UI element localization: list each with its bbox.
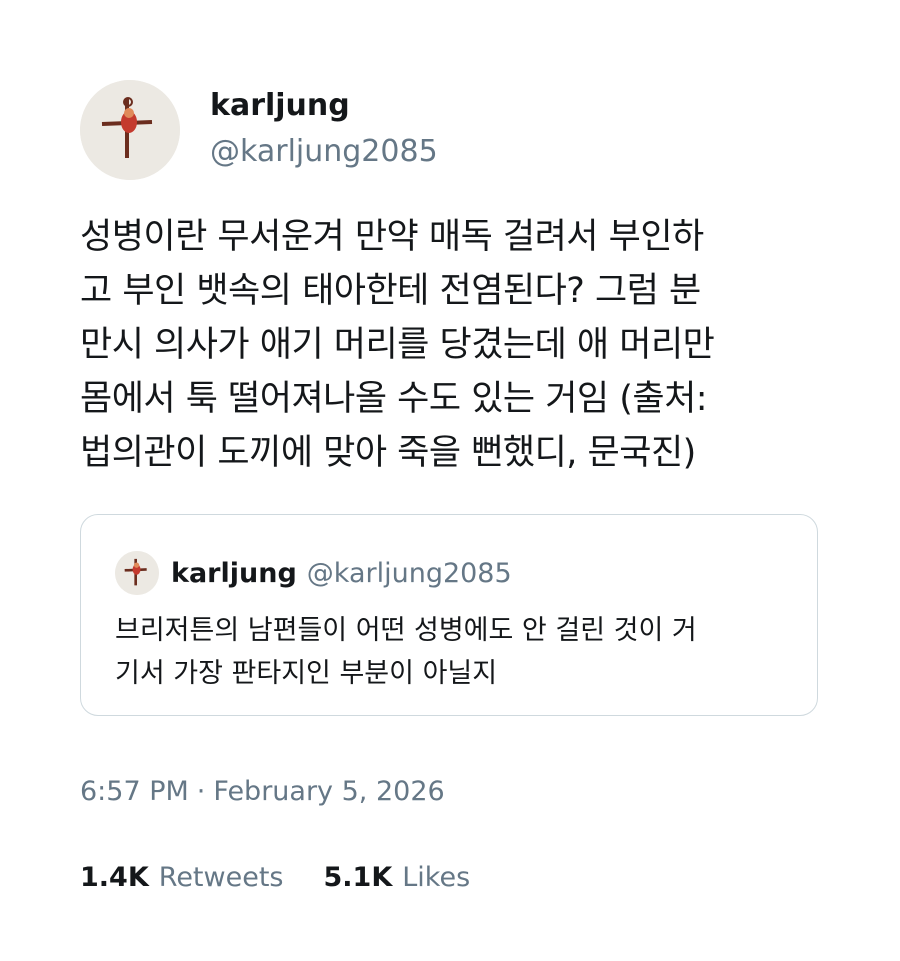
tweet: karljung @karljung2085 성병이란 무서운겨 만약 매독 걸… — [80, 78, 820, 896]
quoted-avatar — [115, 551, 159, 595]
tweet-text: 성병이란 무서운겨 만약 매독 걸려서 부인하 고 부인 뱃속의 태아한테 전염… — [80, 217, 715, 473]
quoted-handle: @karljung2085 — [306, 557, 512, 589]
quoted-tweet-text: 브리저튼의 남편들이 어떤 성병에도 안 걸린 것이 거 기서 가장 판타지인 … — [115, 615, 697, 689]
avatar-figure-icon — [115, 551, 159, 595]
author-handle[interactable]: @karljung2085 — [210, 130, 438, 174]
tweet-time: 6:57 PM — [80, 776, 189, 807]
retweets-stat[interactable]: 1.4K Retweets — [80, 860, 283, 896]
quoted-tweet[interactable]: karljung @karljung2085 브리저튼의 남편들이 어떤 성병에… — [80, 514, 818, 716]
retweets-count: 1.4K — [80, 862, 149, 893]
likes-stat[interactable]: 5.1K Likes — [323, 860, 470, 896]
quoted-display-name: karljung — [171, 557, 297, 589]
tweet-date: February 5, 2026 — [213, 776, 445, 807]
tweet-timestamp[interactable]: 6:57 PM · February 5, 2026 — [80, 774, 820, 810]
quoted-tweet-header: karljung @karljung2085 — [115, 551, 512, 595]
likes-count: 5.1K — [323, 862, 393, 893]
tweet-header: karljung @karljung2085 — [80, 78, 820, 182]
tweet-stats: 1.4K Retweets 5.1K Likes — [80, 860, 820, 896]
avatar-figure-icon — [80, 80, 180, 180]
likes-label: Likes — [402, 862, 471, 893]
retweets-label: Retweets — [158, 862, 284, 893]
timestamp-separator: · — [196, 776, 206, 807]
author-names: karljung @karljung2085 — [210, 86, 438, 174]
avatar[interactable] — [80, 80, 180, 180]
author-display-name[interactable]: karljung — [210, 86, 438, 126]
